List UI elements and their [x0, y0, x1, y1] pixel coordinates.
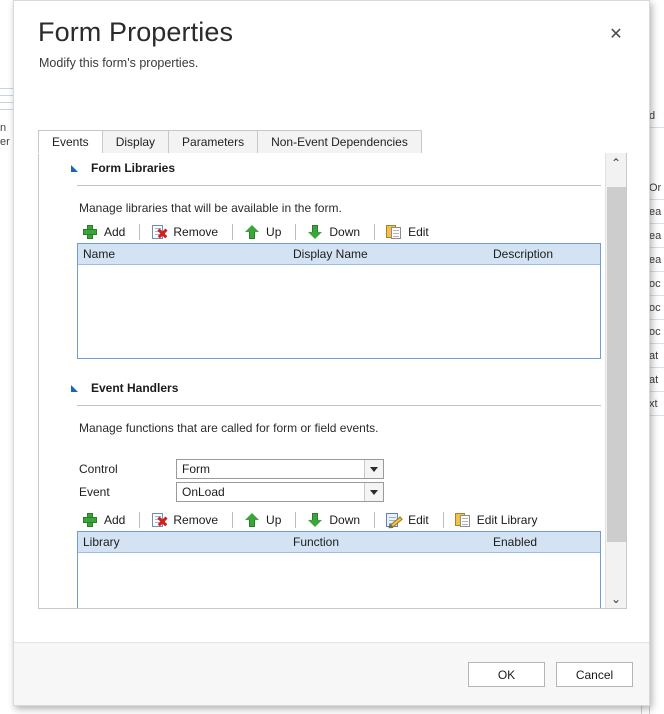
control-label: Control [79, 462, 118, 476]
toolbar-separator [374, 224, 376, 240]
toolbar-separator [374, 512, 376, 528]
form-libraries-up-label: Up [266, 225, 282, 239]
edit-documents-icon [386, 224, 402, 240]
dialog-footer: OK Cancel [14, 642, 649, 705]
tab-non-event-dependencies[interactable]: Non-Event Dependencies [257, 130, 422, 153]
section-title-event-handlers: Event Handlers [91, 381, 179, 395]
tab-parameters[interactable]: Parameters [168, 130, 259, 153]
column-header-enabled[interactable]: Enabled [488, 532, 600, 552]
event-field-row: Event OnLoad [79, 482, 384, 502]
form-libraries-grid-body[interactable] [78, 265, 600, 358]
background-left-strip: n er [0, 0, 13, 714]
events-tab-panel: Form Libraries Manage libraries that wil… [38, 153, 627, 609]
page-title: Form Properties [38, 17, 234, 47]
ok-button[interactable]: OK [468, 662, 545, 687]
section-title-form-libraries: Form Libraries [91, 161, 176, 175]
toolbar-separator [139, 512, 141, 528]
form-libraries-remove-label: Remove [173, 225, 219, 239]
control-select-value: Form [182, 462, 210, 476]
form-libraries-down-label: Down [329, 225, 361, 239]
toolbar-separator [295, 512, 297, 528]
arrow-up-icon [244, 512, 260, 528]
chevron-down-icon[interactable] [364, 460, 383, 478]
column-header-function[interactable]: Function [288, 532, 488, 552]
section-divider-form-libraries [77, 185, 601, 186]
event-handlers-remove-label: Remove [173, 513, 219, 527]
form-libraries-remove-button[interactable]: Remove [148, 222, 224, 242]
tab-strip: Events Display Parameters Non-Event Depe… [38, 130, 627, 154]
form-libraries-down-button[interactable]: Down [304, 222, 366, 242]
column-header-name[interactable]: Name [78, 244, 288, 264]
form-libraries-grid[interactable]: Name Display Name Description [77, 243, 601, 359]
event-handlers-up-label: Up [266, 513, 282, 527]
form-libraries-toolbar: Add Remove Up Down Edit [79, 220, 435, 244]
panel-vertical-scrollbar[interactable]: ⌃ ⌄ [605, 153, 626, 608]
toolbar-separator [139, 224, 141, 240]
event-handlers-grid-body[interactable] [78, 553, 600, 608]
arrow-down-icon [307, 512, 323, 528]
page-subtitle: Modify this form's properties. [39, 56, 199, 70]
edit-documents-icon [454, 512, 471, 528]
event-handlers-grid[interactable]: Library Function Enabled [77, 531, 601, 608]
plus-icon [82, 224, 98, 240]
form-libraries-add-label: Add [104, 225, 126, 239]
section-header-event-handlers: Event Handlers [71, 381, 178, 395]
event-handlers-add-label: Add [104, 513, 126, 527]
form-properties-dialog: Form Properties Modify this form's prope… [13, 0, 650, 706]
scroll-up-icon[interactable]: ⌃ [606, 153, 626, 173]
form-libraries-edit-label: Edit [408, 225, 429, 239]
edit-pencil-icon [386, 512, 403, 531]
tab-events[interactable]: Events [38, 130, 103, 153]
event-handlers-edit-library-button[interactable]: Edit Library [452, 510, 544, 530]
form-libraries-up-button[interactable]: Up [241, 222, 287, 242]
remove-document-icon [151, 512, 168, 528]
scroll-down-icon[interactable]: ⌄ [606, 589, 626, 608]
section-header-form-libraries: Form Libraries [71, 161, 175, 175]
section-divider-event-handlers [77, 405, 601, 406]
event-handlers-remove-button[interactable]: Remove [148, 510, 224, 530]
event-handlers-grid-header: Library Function Enabled [78, 532, 600, 553]
toolbar-separator [232, 224, 234, 240]
event-handlers-down-label: Down [329, 513, 361, 527]
tab-display[interactable]: Display [101, 130, 170, 153]
column-header-display-name[interactable]: Display Name [288, 244, 488, 264]
column-header-library[interactable]: Library [78, 532, 288, 552]
control-field-row: Control Form [79, 459, 384, 479]
event-handlers-add-button[interactable]: Add [79, 510, 131, 530]
form-libraries-edit-button[interactable]: Edit [383, 222, 435, 242]
close-icon[interactable]: ✕ [603, 22, 629, 48]
chevron-down-icon[interactable] [364, 483, 383, 501]
event-handlers-edit-button[interactable]: Edit [383, 510, 435, 531]
toolbar-separator [442, 512, 444, 528]
event-handlers-toolbar: Add Remove Up Down Edit Edit Library [79, 508, 543, 532]
section-description-event-handlers: Manage functions that are called for for… [79, 421, 379, 435]
event-select[interactable]: OnLoad [176, 482, 384, 502]
toolbar-separator [295, 224, 297, 240]
toolbar-separator [232, 512, 234, 528]
collapse-triangle-icon[interactable] [71, 164, 78, 172]
control-select[interactable]: Form [176, 459, 384, 479]
collapse-triangle-icon[interactable] [71, 384, 78, 392]
panel-scroll-area: Form Libraries Manage libraries that wil… [39, 153, 606, 608]
form-libraries-grid-header: Name Display Name Description [78, 244, 600, 265]
event-handlers-down-button[interactable]: Down [304, 510, 366, 530]
event-label: Event [79, 485, 110, 499]
cancel-button[interactable]: Cancel [556, 662, 633, 687]
column-header-description[interactable]: Description [488, 244, 600, 264]
arrow-up-icon [244, 224, 260, 240]
section-description-form-libraries: Manage libraries that will be available … [79, 201, 342, 215]
plus-icon [82, 512, 98, 528]
arrow-down-icon [307, 224, 323, 240]
scrollbar-thumb[interactable] [607, 187, 626, 542]
form-libraries-add-button[interactable]: Add [79, 222, 131, 242]
event-select-value: OnLoad [182, 485, 225, 499]
event-handlers-edit-library-label: Edit Library [476, 513, 538, 527]
event-handlers-up-button[interactable]: Up [241, 510, 287, 530]
event-handlers-edit-label: Edit [408, 513, 429, 527]
remove-document-icon [151, 224, 168, 240]
